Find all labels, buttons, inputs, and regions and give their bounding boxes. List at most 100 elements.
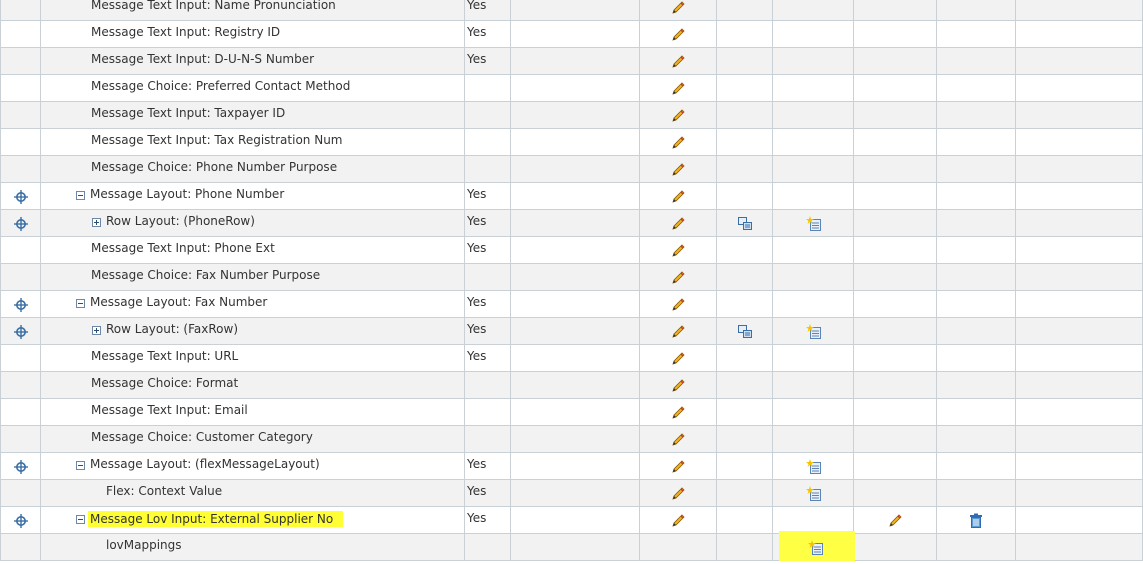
table-cell [1016,48,1143,75]
pencil-edit-icon[interactable] [670,324,686,340]
table-cell [717,291,773,318]
table-cell [0,75,41,102]
pencil-edit-icon[interactable] [670,27,686,43]
table-cell [773,399,854,426]
pencil-edit-icon[interactable] [670,108,686,124]
personalize-icon[interactable] [737,324,753,340]
pencil-edit-icon[interactable] [670,270,686,286]
table-cell [511,426,640,453]
pencil-edit-icon[interactable] [670,0,686,16]
pencil-edit-icon[interactable] [670,135,686,151]
collapse-icon[interactable] [76,461,85,470]
table-cell [511,102,640,129]
table-cell [854,534,937,561]
expand-icon[interactable] [92,326,101,335]
table-cell [0,102,41,129]
table-cell [1016,156,1143,183]
create-item-icon[interactable] [806,216,822,232]
create-item-icon[interactable] [806,459,822,475]
table-cell [717,21,773,48]
table-cell [465,534,511,561]
table-cell [0,372,41,399]
table-cell [465,426,511,453]
table-cell [0,534,41,561]
table-cell [717,426,773,453]
table-row: Message Layout: Fax Number Yes [0,291,1143,318]
trash-delete-icon[interactable] [969,513,983,528]
table-row: Row Layout: (PhoneRow) Yes [0,210,1143,237]
collapse-icon[interactable] [76,191,85,200]
pencil-edit-icon[interactable] [887,513,903,529]
move-target-icon[interactable] [14,190,28,204]
create-item-icon[interactable] [808,540,824,556]
node-label: Message Choice: Customer Category [91,430,313,444]
table-cell [773,0,854,21]
move-target-icon[interactable] [14,217,28,231]
collapse-icon[interactable] [76,299,85,308]
table-cell [937,534,1016,561]
table-cell [41,480,465,507]
table-cell [937,183,1016,210]
table-cell [937,345,1016,372]
pencil-edit-icon[interactable] [670,216,686,232]
table-cell [41,534,465,561]
pencil-edit-icon[interactable] [670,54,686,70]
pencil-edit-icon[interactable] [670,189,686,205]
table-cell [717,75,773,102]
table-row: Message Layout: Phone Number Yes [0,183,1143,210]
table-cell [511,291,640,318]
pencil-edit-icon[interactable] [670,243,686,259]
pencil-edit-icon[interactable] [670,81,686,97]
pencil-edit-icon[interactable] [670,378,686,394]
required-value: Yes [467,484,487,498]
move-target-icon[interactable] [14,460,28,474]
table-cell [511,372,640,399]
table-cell [1016,264,1143,291]
pencil-edit-icon[interactable] [670,297,686,313]
table-cell [854,129,937,156]
table-cell [717,480,773,507]
move-target-icon[interactable] [14,298,28,312]
table-cell [465,156,511,183]
table-cell [937,102,1016,129]
pencil-edit-icon[interactable] [670,162,686,178]
pencil-edit-icon[interactable] [670,459,686,475]
table-cell [511,210,640,237]
expand-icon[interactable] [92,218,101,227]
pencil-edit-icon[interactable] [670,513,686,529]
create-item-icon[interactable] [806,486,822,502]
pencil-edit-icon[interactable] [670,351,686,367]
table-cell [937,129,1016,156]
personalize-icon[interactable] [737,216,753,232]
pencil-edit-icon[interactable] [670,486,686,502]
table-cell [511,75,640,102]
table-cell [0,399,41,426]
table-cell [465,264,511,291]
pencil-edit-icon[interactable] [670,432,686,448]
table-cell [717,237,773,264]
table-row: Message Text Input: D-U-N-S Number Yes [0,48,1143,75]
collapse-icon[interactable] [76,515,85,524]
table-cell [854,264,937,291]
table-cell [511,345,640,372]
pencil-edit-icon[interactable] [670,405,686,421]
table-cell [773,291,854,318]
create-item-icon[interactable] [806,324,822,340]
table-cell [717,48,773,75]
table-cell [511,507,640,534]
table-cell [0,237,41,264]
table-cell [1016,102,1143,129]
node-label: Message Text Input: Email [91,403,248,417]
table-cell [465,129,511,156]
move-target-icon[interactable] [14,325,28,339]
table-row: Message Choice: Fax Number Purpose [0,264,1143,291]
table-cell [1016,0,1143,21]
table-cell [1016,75,1143,102]
table-cell [937,264,1016,291]
move-target-icon[interactable] [14,514,28,528]
table-cell [511,534,640,561]
table-cell [937,156,1016,183]
table-cell [0,48,41,75]
table-cell [717,183,773,210]
table-cell [717,507,773,534]
